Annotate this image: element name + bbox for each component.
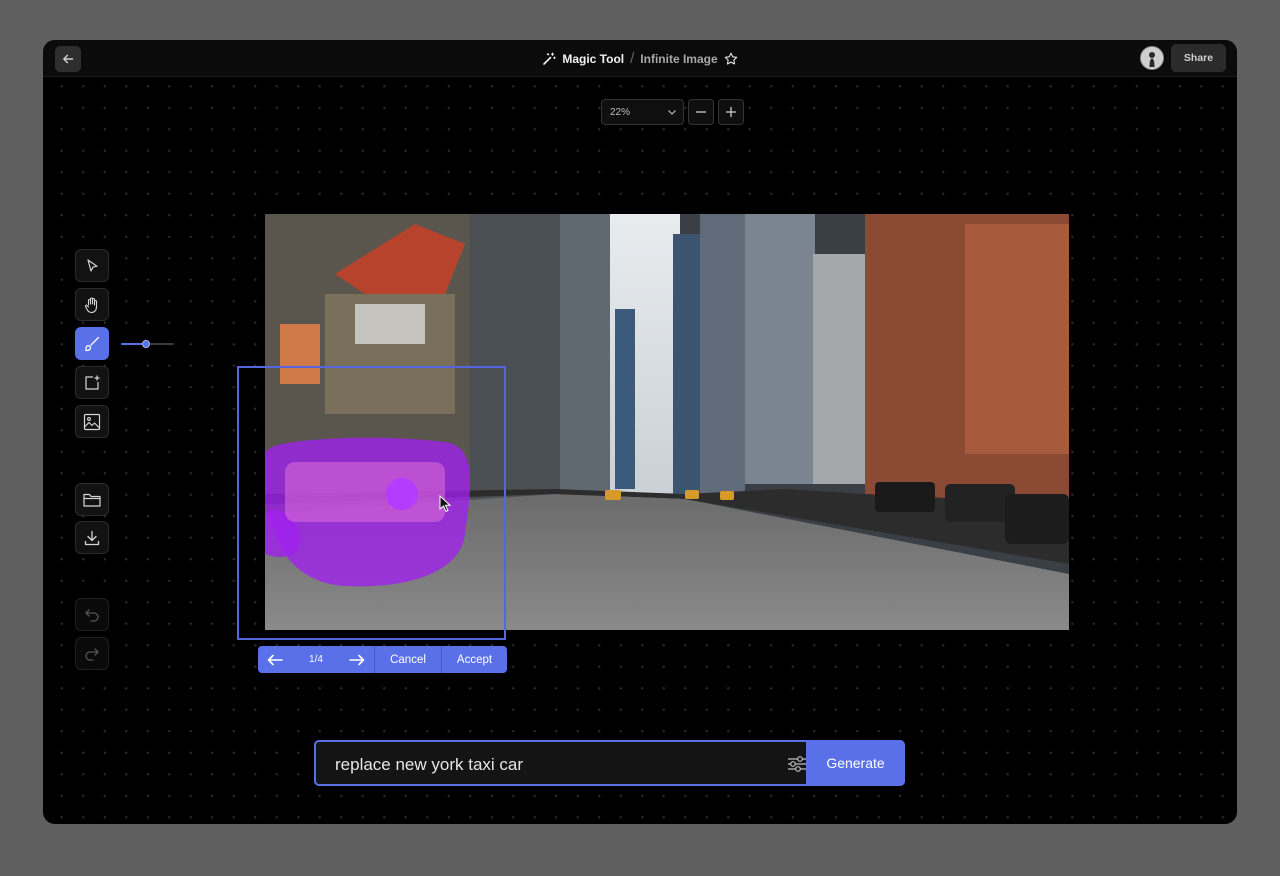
- download-button[interactable]: [75, 521, 109, 554]
- add-frame-tool-button[interactable]: [75, 366, 109, 399]
- avatar-person-icon: [1141, 47, 1163, 69]
- app-window: Magic Tool / Infinite Image Share 22% 1/…: [43, 40, 1237, 824]
- open-folder-button[interactable]: [75, 483, 109, 516]
- variation-navigator: 1/4 Cancel Accept: [258, 646, 507, 673]
- redo-button[interactable]: [75, 637, 109, 670]
- redo-icon: [85, 647, 99, 661]
- undo-icon: [85, 608, 99, 622]
- image-icon: [83, 413, 101, 430]
- top-bar: Magic Tool / Infinite Image Share: [43, 40, 1237, 77]
- next-variation-button[interactable]: [340, 646, 374, 673]
- slider-handle[interactable]: [142, 340, 151, 348]
- undo-button[interactable]: [75, 598, 109, 631]
- zoom-controls: 22%: [601, 99, 744, 125]
- page-title[interactable]: Infinite Image: [640, 52, 717, 66]
- user-avatar[interactable]: [1140, 46, 1164, 70]
- brush-size-slider[interactable]: [121, 340, 176, 348]
- add-frame-icon: [85, 375, 100, 390]
- chevron-down-icon: [668, 110, 676, 115]
- generation-frame[interactable]: [237, 366, 506, 640]
- magic-wand-icon: [543, 52, 557, 65]
- cursor-arrow-icon: [87, 258, 98, 272]
- star-icon[interactable]: [724, 52, 738, 66]
- breadcrumb-separator: /: [630, 50, 635, 67]
- brush-icon: [85, 336, 100, 351]
- arrow-left-icon: [267, 654, 283, 665]
- folder-icon: [83, 493, 101, 507]
- hand-tool-button[interactable]: [75, 288, 109, 321]
- share-button[interactable]: Share: [1171, 44, 1226, 72]
- variation-counter: 1/4: [309, 654, 323, 665]
- image-tool-button[interactable]: [75, 405, 109, 438]
- select-tool-button[interactable]: [75, 249, 109, 282]
- minus-icon: [696, 111, 706, 113]
- zoom-out-button[interactable]: [688, 99, 714, 125]
- plus-icon: [726, 107, 736, 117]
- breadcrumb: Magic Tool / Infinite Image: [43, 40, 1237, 77]
- download-icon: [84, 530, 100, 545]
- arrow-right-icon: [349, 654, 365, 665]
- zoom-level-select[interactable]: 22%: [601, 99, 684, 125]
- app-name[interactable]: Magic Tool: [562, 52, 624, 66]
- zoom-in-button[interactable]: [718, 99, 744, 125]
- prompt-input[interactable]: replace new york taxi car: [335, 755, 523, 775]
- zoom-level-value: 22%: [610, 106, 631, 118]
- hand-icon: [84, 296, 98, 313]
- prompt-bar: replace new york taxi car Generate: [314, 740, 905, 786]
- accept-button[interactable]: Accept: [441, 646, 507, 673]
- sliders-icon[interactable]: [786, 754, 808, 774]
- generate-button[interactable]: Generate: [806, 740, 905, 786]
- cancel-button[interactable]: Cancel: [374, 646, 441, 673]
- brush-tool-button[interactable]: [75, 327, 109, 360]
- previous-variation-button[interactable]: [258, 646, 292, 673]
